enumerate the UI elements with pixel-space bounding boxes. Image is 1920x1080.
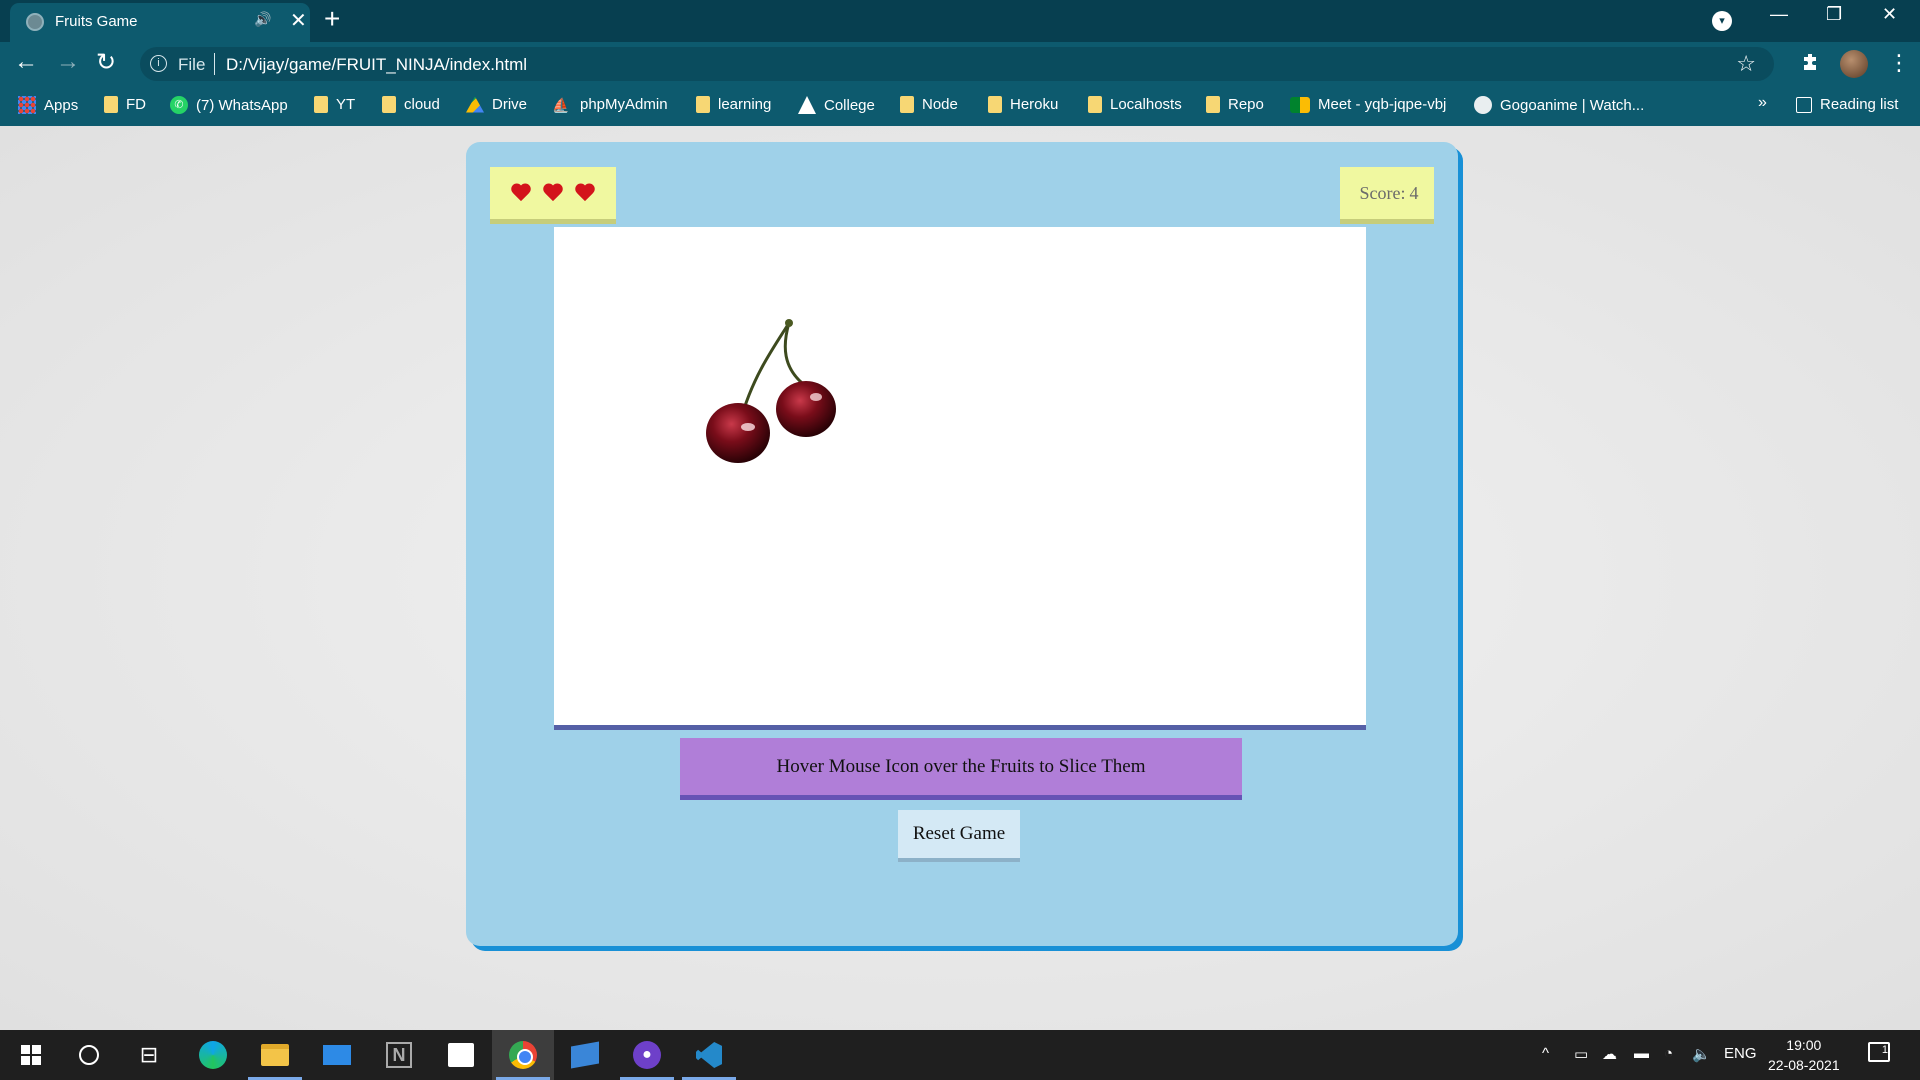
restore-button[interactable]: ❐ xyxy=(1826,4,1842,25)
bookmark-learning[interactable]: learning xyxy=(696,96,771,113)
page-viewport: Score: 4 Hover Mouse Icon over the Fruit… xyxy=(0,126,1920,1030)
bookmarks-overflow-icon[interactable]: » xyxy=(1758,94,1767,112)
close-window-button[interactable]: ✕ xyxy=(1882,4,1897,25)
score-value: 4 xyxy=(1409,183,1419,203)
browser-toolbar: ← → ↻ i File D:/Vijay/game/FRUIT_NINJA/i… xyxy=(0,42,1920,86)
bookmark-whatsapp[interactable]: ✆ (7) WhatsApp xyxy=(170,96,288,114)
puzzle-icon[interactable] xyxy=(1800,52,1820,78)
url-text[interactable]: D:/Vijay/game/FRUIT_NINJA/index.html xyxy=(226,55,527,75)
lives-display xyxy=(490,167,616,219)
file-explorer-icon[interactable] xyxy=(244,1030,306,1080)
bookmark-drive[interactable]: Drive xyxy=(466,96,527,113)
globe-icon xyxy=(26,13,44,31)
drive-icon xyxy=(466,96,484,113)
reading-list-icon xyxy=(1796,96,1812,113)
windows-taskbar: ⊟ N ● ^ ▭ ☁ ▬ ◔ 🔈 ENG 19:00 22-08-2021 1 xyxy=(0,1030,1920,1080)
phpmyadmin-icon: ⛵ xyxy=(552,96,570,113)
bookmark-yt[interactable]: YT xyxy=(314,96,355,113)
browser-tab-bar: Fruits Game 🔊 ✕ + ▾ — ❐ ✕ xyxy=(0,0,1920,42)
store-icon[interactable] xyxy=(430,1030,492,1080)
folder-icon xyxy=(104,96,118,113)
bookmark-gogoanime[interactable]: Gogoanime | Watch... xyxy=(1474,96,1644,114)
edge-icon[interactable] xyxy=(182,1030,244,1080)
heart-icon xyxy=(543,183,563,203)
gogoanime-icon xyxy=(1474,96,1492,114)
game-container: Score: 4 Hover Mouse Icon over the Fruit… xyxy=(466,142,1458,946)
profile-avatar[interactable] xyxy=(1840,50,1868,78)
bookmark-fd[interactable]: FD xyxy=(104,96,146,113)
notification-center-icon[interactable]: 1 xyxy=(1868,1042,1890,1062)
system-clock[interactable]: 19:00 22-08-2021 xyxy=(1768,1035,1840,1075)
windows-start-icon[interactable] xyxy=(0,1030,62,1080)
onedrive-icon[interactable]: ☁ xyxy=(1602,1045,1617,1063)
folder-icon xyxy=(900,96,914,113)
bookmark-node[interactable]: Node xyxy=(900,96,958,113)
wifi-icon[interactable]: ◔ xyxy=(1664,1045,1673,1062)
mail-icon[interactable] xyxy=(306,1030,368,1080)
bookmark-localhosts[interactable]: Localhosts xyxy=(1088,96,1182,113)
clock-time: 19:00 xyxy=(1786,1037,1822,1053)
bookmark-apps[interactable]: Apps xyxy=(18,96,78,114)
score-display: Score: 4 xyxy=(1340,167,1434,219)
battery-icon[interactable]: ▬ xyxy=(1634,1045,1649,1062)
tab-title: Fruits Game xyxy=(55,13,138,30)
site-info-icon[interactable]: i xyxy=(150,55,167,72)
meet-now-icon[interactable]: ▭ xyxy=(1574,1045,1588,1063)
reload-button[interactable]: ↻ xyxy=(96,48,116,77)
folder-icon xyxy=(988,96,1002,113)
volume-icon[interactable]: 🔈 xyxy=(1692,1045,1711,1063)
cherry-fruit[interactable] xyxy=(704,317,844,477)
reset-game-button[interactable]: Reset Game xyxy=(898,810,1020,858)
url-scheme: File xyxy=(178,55,206,74)
search-icon[interactable] xyxy=(58,1030,120,1080)
browser-menu-icon[interactable]: ⋮ xyxy=(1888,50,1910,76)
folder-icon xyxy=(1088,96,1102,113)
bookmark-star-icon[interactable]: ☆ xyxy=(1736,51,1756,77)
chrome-icon[interactable] xyxy=(492,1030,554,1080)
heart-icon xyxy=(575,183,595,203)
notion-icon[interactable]: N xyxy=(368,1030,430,1080)
minimize-button[interactable]: — xyxy=(1770,4,1788,25)
bookmark-college[interactable]: College xyxy=(798,96,875,114)
task-view-icon[interactable]: ⊟ xyxy=(118,1030,180,1080)
score-label: Score: xyxy=(1359,183,1406,203)
new-tab-button[interactable]: + xyxy=(324,3,340,35)
bookmark-repo[interactable]: Repo xyxy=(1206,96,1264,113)
language-indicator[interactable]: ENG xyxy=(1724,1045,1757,1062)
instruction-banner: Hover Mouse Icon over the Fruits to Slic… xyxy=(680,738,1242,800)
folder-icon xyxy=(382,96,396,113)
back-button[interactable]: ← xyxy=(14,48,38,76)
close-tab-icon[interactable]: ✕ xyxy=(290,8,307,33)
tab-fruits-game[interactable]: Fruits Game 🔊 ✕ xyxy=(10,3,310,42)
remote-desktop-icon[interactable] xyxy=(554,1030,616,1080)
folder-icon xyxy=(696,96,710,113)
meet-icon xyxy=(1290,96,1310,113)
bookmark-cloud[interactable]: cloud xyxy=(382,96,440,113)
github-desktop-icon[interactable]: ● xyxy=(616,1030,678,1080)
bookmark-meet[interactable]: Meet - yqb-jqpe-vbj xyxy=(1290,96,1446,113)
tray-chevron-icon[interactable]: ^ xyxy=(1542,1045,1549,1062)
college-icon xyxy=(798,96,816,114)
apps-grid-icon xyxy=(18,96,36,114)
folder-icon xyxy=(314,96,328,113)
reading-list-button[interactable]: Reading list xyxy=(1796,96,1898,113)
whatsapp-icon: ✆ xyxy=(170,96,188,114)
tab-search-icon[interactable]: ▾ xyxy=(1712,11,1732,31)
heart-icon xyxy=(511,183,531,203)
clock-date: 22-08-2021 xyxy=(1768,1057,1840,1073)
address-bar[interactable]: i File D:/Vijay/game/FRUIT_NINJA/index.h… xyxy=(140,47,1774,81)
url-separator xyxy=(214,53,215,75)
folder-icon xyxy=(1206,96,1220,113)
vscode-icon[interactable] xyxy=(678,1030,740,1080)
bookmark-heroku[interactable]: Heroku xyxy=(988,96,1058,113)
forward-button[interactable]: → xyxy=(56,48,80,76)
speaker-icon[interactable]: 🔊 xyxy=(254,11,271,28)
bookmark-phpmyadmin[interactable]: ⛵ phpMyAdmin xyxy=(552,96,668,113)
play-area[interactable] xyxy=(554,227,1366,730)
bookmarks-bar: Apps FD ✆ (7) WhatsApp YT cloud Drive ⛵ ph… xyxy=(0,86,1920,126)
